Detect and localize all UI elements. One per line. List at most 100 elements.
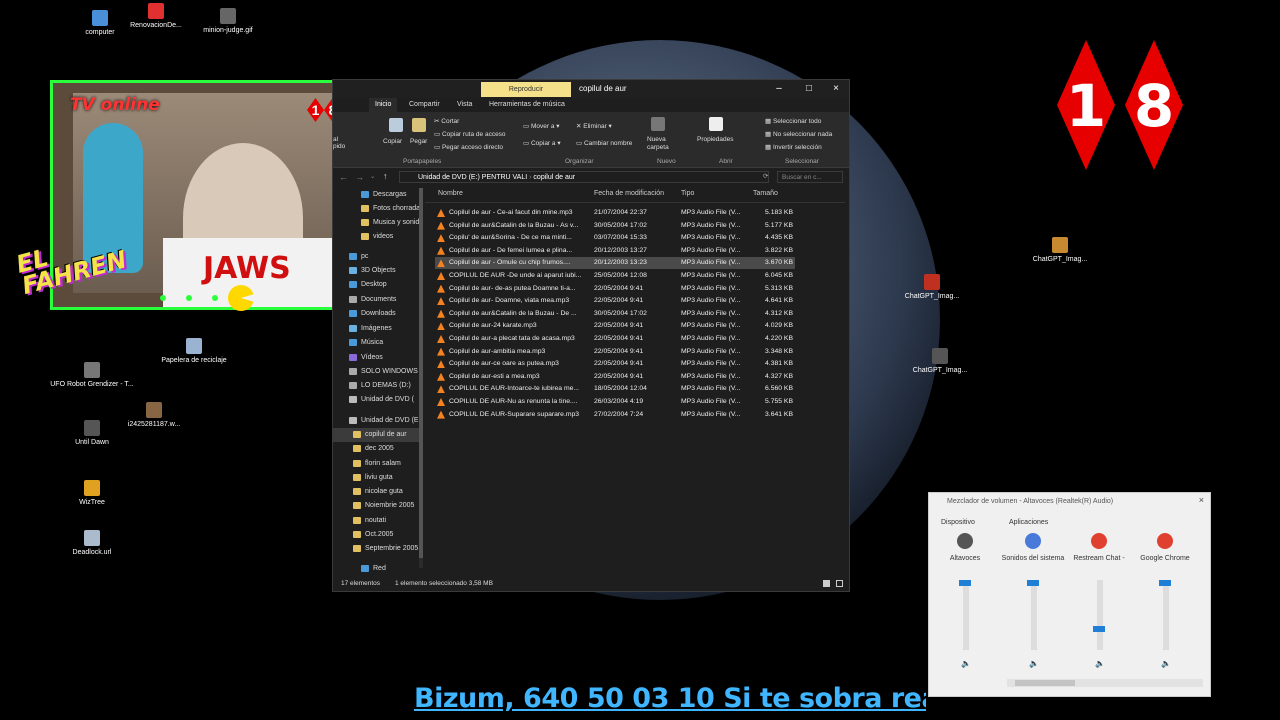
nav-item-nicolae-guta[interactable]: nicolae guta [333, 485, 423, 499]
column-header-type[interactable]: Tipo [681, 190, 694, 197]
desktop-icon-wiztree[interactable]: WizTree [50, 480, 134, 506]
speaker-mute-icon[interactable]: 🔈 [1095, 659, 1105, 668]
invert-selection-button[interactable]: ▦ Invertir selección [765, 143, 822, 151]
search-input[interactable]: Buscar en c... [777, 171, 843, 183]
volume-slider-thumb[interactable] [959, 580, 971, 586]
recent-locations-icon[interactable]: ⌄ [370, 172, 375, 180]
nav-item-desktop[interactable]: Desktop [333, 278, 423, 292]
nav-item-3d-objects[interactable]: 3D Objects [333, 264, 423, 278]
nav-item-oct-2005[interactable]: Oct.2005 [333, 528, 423, 542]
select-none-button[interactable]: ▦ No seleccionar nada [765, 130, 832, 138]
volume-slider-track[interactable] [1097, 580, 1103, 650]
paste-shortcut-button[interactable]: ▭ Pegar acceso directo [434, 143, 503, 151]
breadcrumb-item-dvd[interactable]: Unidad de DVD (E:) PENTRU VALI [418, 174, 527, 181]
nav-item-v-deos[interactable]: Vídeos [333, 351, 423, 365]
speaker-mute-icon[interactable]: 🔈 [1029, 659, 1039, 668]
app-icon[interactable] [1091, 533, 1107, 549]
desktop-icon-chatgpt-image-1[interactable]: ChatGPT_Imag... [1018, 237, 1102, 263]
nav-item-unidad-de-dvd[interactable]: Unidad de DVD ( [333, 393, 423, 407]
file-row[interactable]: Copilul de aur- de-as putea Doamne ti-a.… [435, 283, 795, 295]
maximize-icon[interactable]: □ [803, 83, 815, 94]
nav-item-solo-windows[interactable]: SOLO WINDOWS [333, 365, 423, 379]
tab-inicio[interactable]: Inicio [369, 98, 398, 112]
close-icon[interactable]: × [830, 83, 842, 94]
desktop-icon-minion-gif[interactable]: minion-judge.gif [186, 8, 270, 34]
file-row[interactable]: Copilul de aur-ambitia mea.mp3 22/05/2004… [435, 346, 795, 358]
desktop-icon-chatgpt-image-3[interactable]: ChatGPT_Imag... [898, 348, 982, 374]
nav-item-septembrie-2005[interactable]: Septembrie 2005 [333, 542, 423, 556]
nav-item-copilul-de-aur[interactable]: copilul de aur [333, 428, 423, 442]
tab-herramientas-musica[interactable]: Herramientas de música [483, 98, 571, 112]
nav-item-fotos-chorradas[interactable]: Fotos chorradas [333, 202, 423, 216]
file-row[interactable]: COPILUL DE AUR-Suparare suparare.mp3 27/0… [435, 409, 795, 421]
nav-item-noiembrie-2005[interactable]: Noiembrie 2005 [333, 499, 423, 513]
copy-button[interactable]: Copiar [383, 138, 402, 145]
cut-button[interactable]: ✂ Cortar [434, 117, 459, 125]
file-row[interactable]: COPILUL DE AUR-Nu as renunta la tine....… [435, 396, 795, 408]
column-header-date[interactable]: Fecha de modificación [594, 190, 664, 197]
back-arrow-icon[interactable]: ← [339, 172, 348, 182]
file-row[interactable]: Copilul de aur-esti a mea.mp3 22/05/2004 … [435, 371, 795, 383]
file-row[interactable]: Copilul de aur - Omule cu chip frumos...… [435, 257, 795, 270]
desktop-icon-recycle-bin[interactable]: Papelera de reciclaje [152, 338, 236, 364]
app-icon[interactable] [957, 533, 973, 549]
large-icons-view-icon[interactable] [836, 580, 843, 587]
desktop-icon-deadlock[interactable]: Deadlock.url [50, 530, 134, 556]
volume-slider-thumb[interactable] [1093, 625, 1105, 632]
nav-item-im-genes[interactable]: Imágenes [333, 322, 423, 336]
rename-button[interactable]: ▭ Cambiar nombre [576, 139, 632, 147]
file-row[interactable]: Copilul de aur- Doamne, viata mea.mp3 22/… [435, 295, 795, 307]
minimize-icon[interactable]: – [773, 83, 785, 94]
volume-slider-track[interactable] [1031, 580, 1037, 650]
copy-path-button[interactable]: ▭ Copiar ruta de acceso [434, 130, 506, 138]
column-header-name[interactable]: Nombre [438, 190, 463, 197]
volume-slider-thumb[interactable] [1027, 580, 1039, 586]
app-icon[interactable] [1025, 533, 1041, 549]
paste-button[interactable]: Pegar [410, 138, 427, 145]
nav-item-red[interactable]: Red [333, 562, 423, 573]
file-row[interactable]: COPILUL DE AUR -De unde ai aparut iubi..… [435, 270, 795, 282]
desktop-icon-until-dawn[interactable]: Until Dawn [50, 420, 134, 446]
file-row[interactable]: Copilu' de aur&Sorina - De ce ma minti..… [435, 232, 795, 244]
breadcrumb-item-folder[interactable]: copilul de aur [533, 174, 575, 181]
nav-item-florin-salam[interactable]: florin salam [333, 457, 423, 471]
file-row[interactable]: Copilul de aur-24 karate.mp3 22/05/2004 9… [435, 320, 795, 332]
nav-item-lo-demas-d[interactable]: LO DEMAS (D:) [333, 379, 423, 393]
delete-button[interactable]: ✕ Eliminar ▾ [576, 122, 612, 130]
details-view-icon[interactable] [823, 580, 830, 587]
nav-item-noutati[interactable]: noutati [333, 514, 423, 528]
nav-item-descargas[interactable]: Descargas [333, 188, 423, 202]
context-tab-reproducir[interactable]: Reproducir [481, 82, 571, 97]
nav-item-liviu-guta[interactable]: liviu guta [333, 471, 423, 485]
select-all-button[interactable]: ▦ Seleccionar todo [765, 117, 821, 125]
file-row[interactable]: Copilul de aur&Catalin de la Buzau - De … [435, 308, 795, 320]
nav-item-downloads[interactable]: Downloads [333, 307, 423, 321]
mixer-horizontal-scrollbar[interactable] [1007, 679, 1203, 687]
volume-slider-track[interactable] [963, 580, 969, 650]
nav-item-videos[interactable]: videos [333, 230, 423, 244]
breadcrumb[interactable]: Unidad de DVD (E:) PENTRU VALI › copilul… [399, 171, 769, 183]
properties-button[interactable]: Propiedades [697, 136, 734, 143]
nav-item-m-sica[interactable]: Música [333, 336, 423, 350]
new-folder-button[interactable]: Nueva carpeta [647, 136, 677, 152]
file-row[interactable]: Copilul de aur-ce oare as putea.mp3 22/05… [435, 358, 795, 370]
file-row[interactable]: COPILUL DE AUR-Intoarce-te iubirea me...… [435, 383, 795, 395]
close-icon[interactable]: × [1199, 495, 1204, 505]
copy-to-button[interactable]: ▭ Copiar a ▾ [523, 139, 561, 147]
refresh-icon[interactable]: ⟳ [763, 172, 768, 180]
nav-item-musica-y-sonidos[interactable]: Musica y sonidos [333, 216, 423, 230]
desktop-icon-chatgpt-image-2[interactable]: ChatGPT_Imag... [890, 274, 974, 300]
file-row[interactable]: Copilul de aur - De femei lumea e plina.… [435, 245, 795, 257]
volume-slider-track[interactable] [1163, 580, 1169, 650]
move-to-button[interactable]: ▭ Mover a ▾ [523, 122, 560, 130]
tab-compartir[interactable]: Compartir [403, 98, 446, 112]
file-row[interactable]: Copilul de aur - Ce-ai facut din mine.mp… [435, 207, 795, 219]
forward-arrow-icon[interactable]: → [355, 172, 364, 182]
app-icon[interactable] [1157, 533, 1173, 549]
column-header-size[interactable]: Tamaño [753, 190, 778, 197]
speaker-mute-icon[interactable]: 🔈 [961, 659, 971, 668]
nav-item-pc[interactable]: pc [333, 250, 423, 264]
speaker-mute-icon[interactable]: 🔈 [1161, 659, 1171, 668]
nav-item-unidad-de-dvd-e[interactable]: Unidad de DVD (E [333, 414, 423, 428]
nav-scrollbar[interactable] [419, 188, 423, 568]
